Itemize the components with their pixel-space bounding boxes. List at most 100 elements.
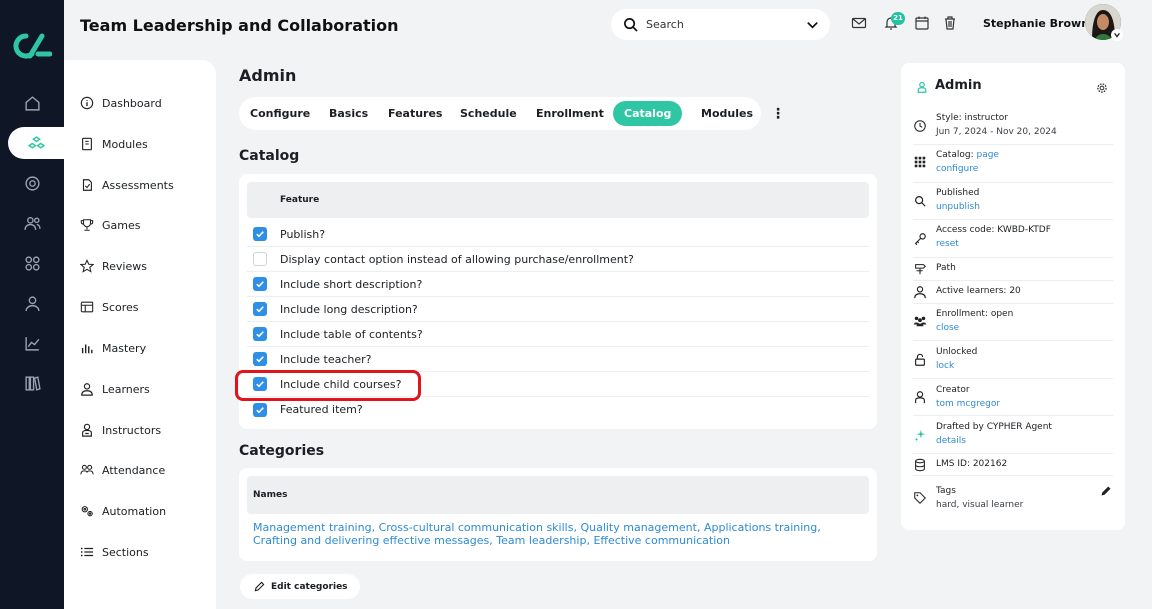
checkmark-icon [256,306,264,313]
catalog-configure-link[interactable]: configure [936,164,978,174]
sidebar-item-dashboard[interactable]: Dashboard [80,92,162,114]
gears-icon [81,506,93,517]
tab-features[interactable]: Features [377,101,453,126]
category-link[interactable]: Cross-cultural communication skills [379,521,574,534]
checkmark-icon [256,356,264,363]
meta-published: Published unpublish [913,183,1113,220]
lms-id-label: LMS ID: 202162 [936,459,1008,469]
avatar-chevron-icon[interactable] [1111,29,1123,41]
tab-catalog[interactable]: Catalog [613,101,683,126]
feature-checkbox[interactable] [253,327,267,341]
sidebar-item-attendance[interactable]: Attendance [80,459,165,481]
category-link[interactable]: Applications training [704,521,817,534]
table-header: Names [247,476,869,514]
feature-checkbox[interactable] [253,302,267,316]
meta-active-learners: Active learners: 20 [913,281,1113,304]
sidebar-item-scores[interactable]: Scores [80,296,139,318]
rail-courses-icon[interactable] [8,127,64,159]
edit-tags-pencil-icon[interactable] [1100,485,1112,497]
list-icon [80,547,94,557]
close-enrollment-link[interactable]: close [936,323,959,333]
rail-library-icon[interactable] [0,367,64,399]
meta-lms-id: LMS ID: 202162 [913,454,1113,476]
rail-user-icon[interactable] [0,287,64,319]
tab-configure[interactable]: Configure [239,101,321,126]
feature-label: Include long description? [280,302,418,316]
trash-icon[interactable] [942,15,958,31]
category-list: Management training, Cross-cultural comm… [253,521,821,547]
tags-value: hard, visual learner [936,500,1024,510]
meta-unlocked: Unlocked lock [913,341,1113,379]
sidebar-item-instructors[interactable]: Instructors [80,419,161,441]
search-box[interactable] [611,9,830,40]
rail-target-icon[interactable] [0,167,64,199]
book-icon [82,137,92,151]
sidebar-item-learners[interactable]: Learners [80,378,150,400]
unlock-icon [915,353,925,366]
unpublish-link[interactable]: unpublish [936,202,980,212]
category-link[interactable]: Team leadership [496,534,586,547]
sidebar-item-mastery[interactable]: Mastery [80,337,146,359]
meta-access-code: Access code: KWBD-KTDF reset [913,220,1113,258]
logo-icon[interactable] [12,33,52,59]
sidebar-item-automation[interactable]: Automation [80,500,166,522]
details-link[interactable]: details [936,436,966,446]
search-input[interactable] [646,18,805,31]
lock-link[interactable]: lock [936,361,954,371]
unlocked-label: Unlocked [936,347,978,357]
feature-checkbox[interactable] [253,402,267,417]
feature-checkbox[interactable] [253,252,267,266]
key-icon [914,233,926,246]
tab-modules[interactable]: Modules [690,101,764,126]
creator-link[interactable]: tom mcgregor [936,399,1000,409]
calendar-icon[interactable] [914,15,930,31]
rail-grid-icon[interactable] [0,247,64,279]
mail-icon[interactable] [851,15,867,31]
feature-label: Featured item? [280,403,363,416]
table-row: Include table of contents? [247,322,869,347]
app-rail [0,0,64,609]
clipboard-icon [82,179,92,191]
access-code-label: Access code: KWBD-KTDF [936,225,1051,235]
sidebar-item-label: Automation [102,504,167,518]
sidebar-item-sections[interactable]: Sections [80,541,149,563]
tab-schedule[interactable]: Schedule [449,101,528,126]
category-link[interactable]: Effective communication [593,534,730,547]
sidebar-item-reviews[interactable]: Reviews [80,255,147,277]
chevron-down-icon[interactable] [805,17,820,32]
signpost-icon [915,264,926,275]
feature-checkbox[interactable] [253,227,267,241]
category-link[interactable]: Crafting and delivering effective messag… [253,534,489,547]
group-icon [80,464,94,475]
feature-checkbox[interactable] [253,277,267,291]
page-title: Admin [239,66,297,85]
category-link[interactable]: Management training [253,521,372,534]
rail-home-icon[interactable] [0,87,64,119]
more-options-icon[interactable]: ⋮ [771,106,785,122]
catalog-page-link[interactable]: page [976,150,998,160]
gear-icon[interactable] [1096,82,1108,94]
rail-chart-icon[interactable] [0,327,64,359]
tab-basics[interactable]: Basics [318,101,379,126]
edit-categories-button[interactable]: Edit categories [240,574,360,599]
tab-enrollment[interactable]: Enrollment [525,101,615,126]
sidebar-item-label: Mastery [102,341,147,355]
rail-people-icon[interactable] [0,207,64,239]
sidebar-item-modules[interactable]: Modules [80,133,148,155]
reset-link[interactable]: reset [936,239,959,249]
categories-heading: Categories [239,443,325,459]
checkmark-icon [256,406,264,413]
sidebar-item-games[interactable]: Games [80,214,140,236]
feature-label: Include teacher? [280,352,372,366]
sidebar-item-assessments[interactable]: Assessments [80,174,174,196]
feature-checkbox[interactable] [253,352,267,366]
style-label: Style: instructor [936,113,1009,123]
tags-label: Tags [936,486,956,496]
checkmark-icon [256,281,264,288]
table-row: Include long description? [247,297,869,322]
user-name[interactable]: Stephanie Brown [983,17,1089,30]
category-link[interactable]: Quality management [580,521,697,534]
app-title: Team Leadership and Collaboration [80,16,399,35]
sidebar-item-label: Dashboard [102,96,162,110]
path-label[interactable]: Path [936,263,956,273]
